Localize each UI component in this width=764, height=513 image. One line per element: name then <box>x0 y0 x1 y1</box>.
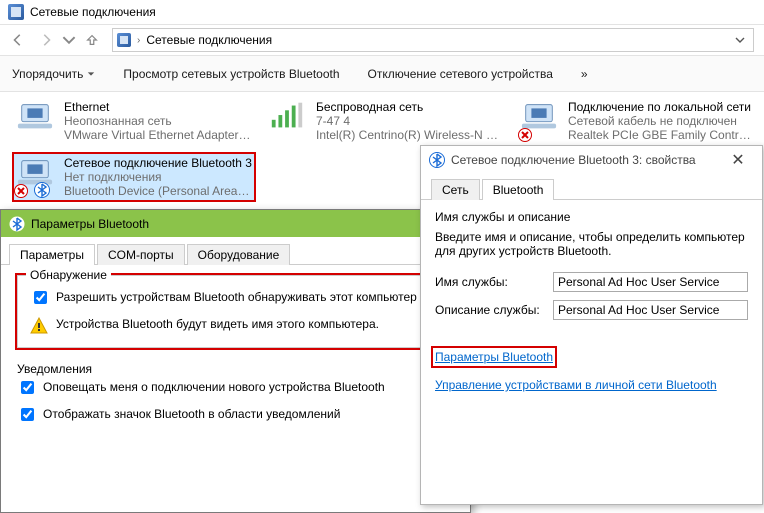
warning-text: Устройства Bluetooth будут видеть имя эт… <box>56 317 379 335</box>
command-bar: Упорядочить Просмотр сетевых устройств B… <box>0 56 764 92</box>
connection-device: Realtek PCIe GBE Family Controller <box>568 128 756 142</box>
tab-network[interactable]: Сеть <box>431 179 480 200</box>
connection-ethernet[interactable]: Ethernet Неопознанная сеть VMware Virtua… <box>14 98 254 144</box>
wifi-icon <box>268 100 308 140</box>
notifications-group-title: Уведомления <box>17 362 454 376</box>
checkbox-label: Оповещать меня о подключении нового устр… <box>43 380 385 394</box>
view-bluetooth-devices-button[interactable]: Просмотр сетевых устройств Bluetooth <box>123 67 339 81</box>
disable-device-button[interactable]: Отключение сетевого устройства <box>368 67 553 81</box>
control-panel-icon <box>8 4 24 20</box>
checkbox[interactable] <box>21 381 34 394</box>
nav-back-button[interactable] <box>6 28 30 52</box>
connection-wifi[interactable]: Беспроводная сеть 7-47 4 Intel(R) Centri… <box>266 98 506 144</box>
connection-lan[interactable]: Подключение по локальной сети Сетевой ка… <box>518 98 758 144</box>
breadcrumb[interactable]: Сетевые подключения <box>146 33 272 47</box>
ethernet-icon <box>16 100 56 140</box>
dialog-title: Сетевое подключение Bluetooth 3: свойств… <box>451 153 718 167</box>
close-button[interactable]: ✕ <box>718 149 758 171</box>
notify-connection-checkbox[interactable]: Оповещать меня о подключении нового устр… <box>17 380 454 397</box>
bluetooth-options-link[interactable]: Параметры Bluetooth <box>435 350 553 364</box>
chevron-right-icon: › <box>137 35 140 46</box>
bluetooth-properties-dialog: Сетевое подключение Bluetooth 3: свойств… <box>420 145 763 505</box>
organize-menu[interactable]: Упорядочить <box>12 67 95 81</box>
address-input[interactable]: › Сетевые подключения <box>112 28 754 52</box>
section-title: Имя службы и описание <box>435 210 748 224</box>
window-titlebar: Сетевые подключения <box>0 0 764 24</box>
dialog-titlebar[interactable]: Сетевое подключение Bluetooth 3: свойств… <box>421 146 762 174</box>
tabs: Параметры COM-порты Оборудование <box>1 237 470 265</box>
dialog-titlebar[interactable]: Параметры Bluetooth ✕ <box>1 210 470 237</box>
checkbox-label: Разрешить устройствам Bluetooth обнаружи… <box>56 290 417 304</box>
connection-title: Ethernet <box>64 100 252 114</box>
nav-recent-button[interactable] <box>62 28 76 52</box>
nav-up-button[interactable] <box>80 28 104 52</box>
pan-devices-link[interactable]: Управление устройствами в личной сети Bl… <box>435 378 717 392</box>
bluetooth-options-dialog: Параметры Bluetooth ✕ Параметры COM-порт… <box>0 209 471 513</box>
connection-status: Неопознанная сеть <box>64 114 252 128</box>
connection-device: VMware Virtual Ethernet Adapter … <box>64 128 252 142</box>
tab-bluetooth[interactable]: Bluetooth <box>482 179 555 200</box>
address-bar: › Сетевые подключения <box>0 24 764 56</box>
tabs: Сеть Bluetooth <box>421 174 762 200</box>
connection-status: Нет подключения <box>64 170 252 184</box>
service-description-input[interactable] <box>553 300 748 320</box>
disconnected-x-icon <box>518 128 532 142</box>
connection-status: 7-47 4 <box>316 114 504 128</box>
connection-status: Сетевой кабель не подключен <box>568 114 756 128</box>
chevron-down-icon[interactable] <box>731 35 749 45</box>
connection-title: Подключение по локальной сети <box>568 100 756 114</box>
dialog-title: Параметры Bluetooth <box>31 217 432 231</box>
service-name-label: Имя службы: <box>435 275 545 289</box>
nav-forward-button[interactable] <box>34 28 58 52</box>
bluetooth-connection-icon <box>16 156 56 196</box>
discovery-group: Обнаружение Разрешить устройствам Blueto… <box>17 275 454 348</box>
control-panel-icon <box>117 33 131 47</box>
service-name-input[interactable] <box>553 272 748 292</box>
connection-device: Intel(R) Centrino(R) Wireless-N 130 <box>316 128 504 142</box>
tab-com-ports[interactable]: COM-порты <box>97 244 185 265</box>
allow-discovery-checkbox[interactable]: Разрешить устройствам Bluetooth обнаружи… <box>30 290 441 307</box>
disconnected-x-icon <box>14 184 28 198</box>
checkbox-label: Отображать значок Bluetooth в области ув… <box>43 407 340 421</box>
bluetooth-icon <box>9 216 25 232</box>
window-title: Сетевые подключения <box>30 5 156 19</box>
bluetooth-icon <box>34 182 50 198</box>
tab-parameters[interactable]: Параметры <box>9 244 95 265</box>
section-description: Введите имя и описание, чтобы определить… <box>435 230 748 258</box>
checkbox[interactable] <box>21 408 34 421</box>
more-commands-button[interactable]: » <box>581 67 588 81</box>
bluetooth-icon <box>429 152 445 168</box>
lan-icon <box>520 100 560 140</box>
tab-hardware[interactable]: Оборудование <box>187 244 291 265</box>
group-title: Обнаружение <box>26 268 111 282</box>
service-description-label: Описание службы: <box>435 303 545 317</box>
show-tray-icon-checkbox[interactable]: Отображать значок Bluetooth в области ув… <box>17 407 454 424</box>
connection-title: Сетевое подключение Bluetooth 3 <box>64 156 252 170</box>
connection-title: Беспроводная сеть <box>316 100 504 114</box>
warning-icon <box>30 317 48 335</box>
checkbox[interactable] <box>34 291 47 304</box>
connection-device: Bluetooth Device (Personal Area … <box>64 184 252 198</box>
connection-bluetooth-3[interactable]: Сетевое подключение Bluetooth 3 Нет подк… <box>14 154 254 200</box>
